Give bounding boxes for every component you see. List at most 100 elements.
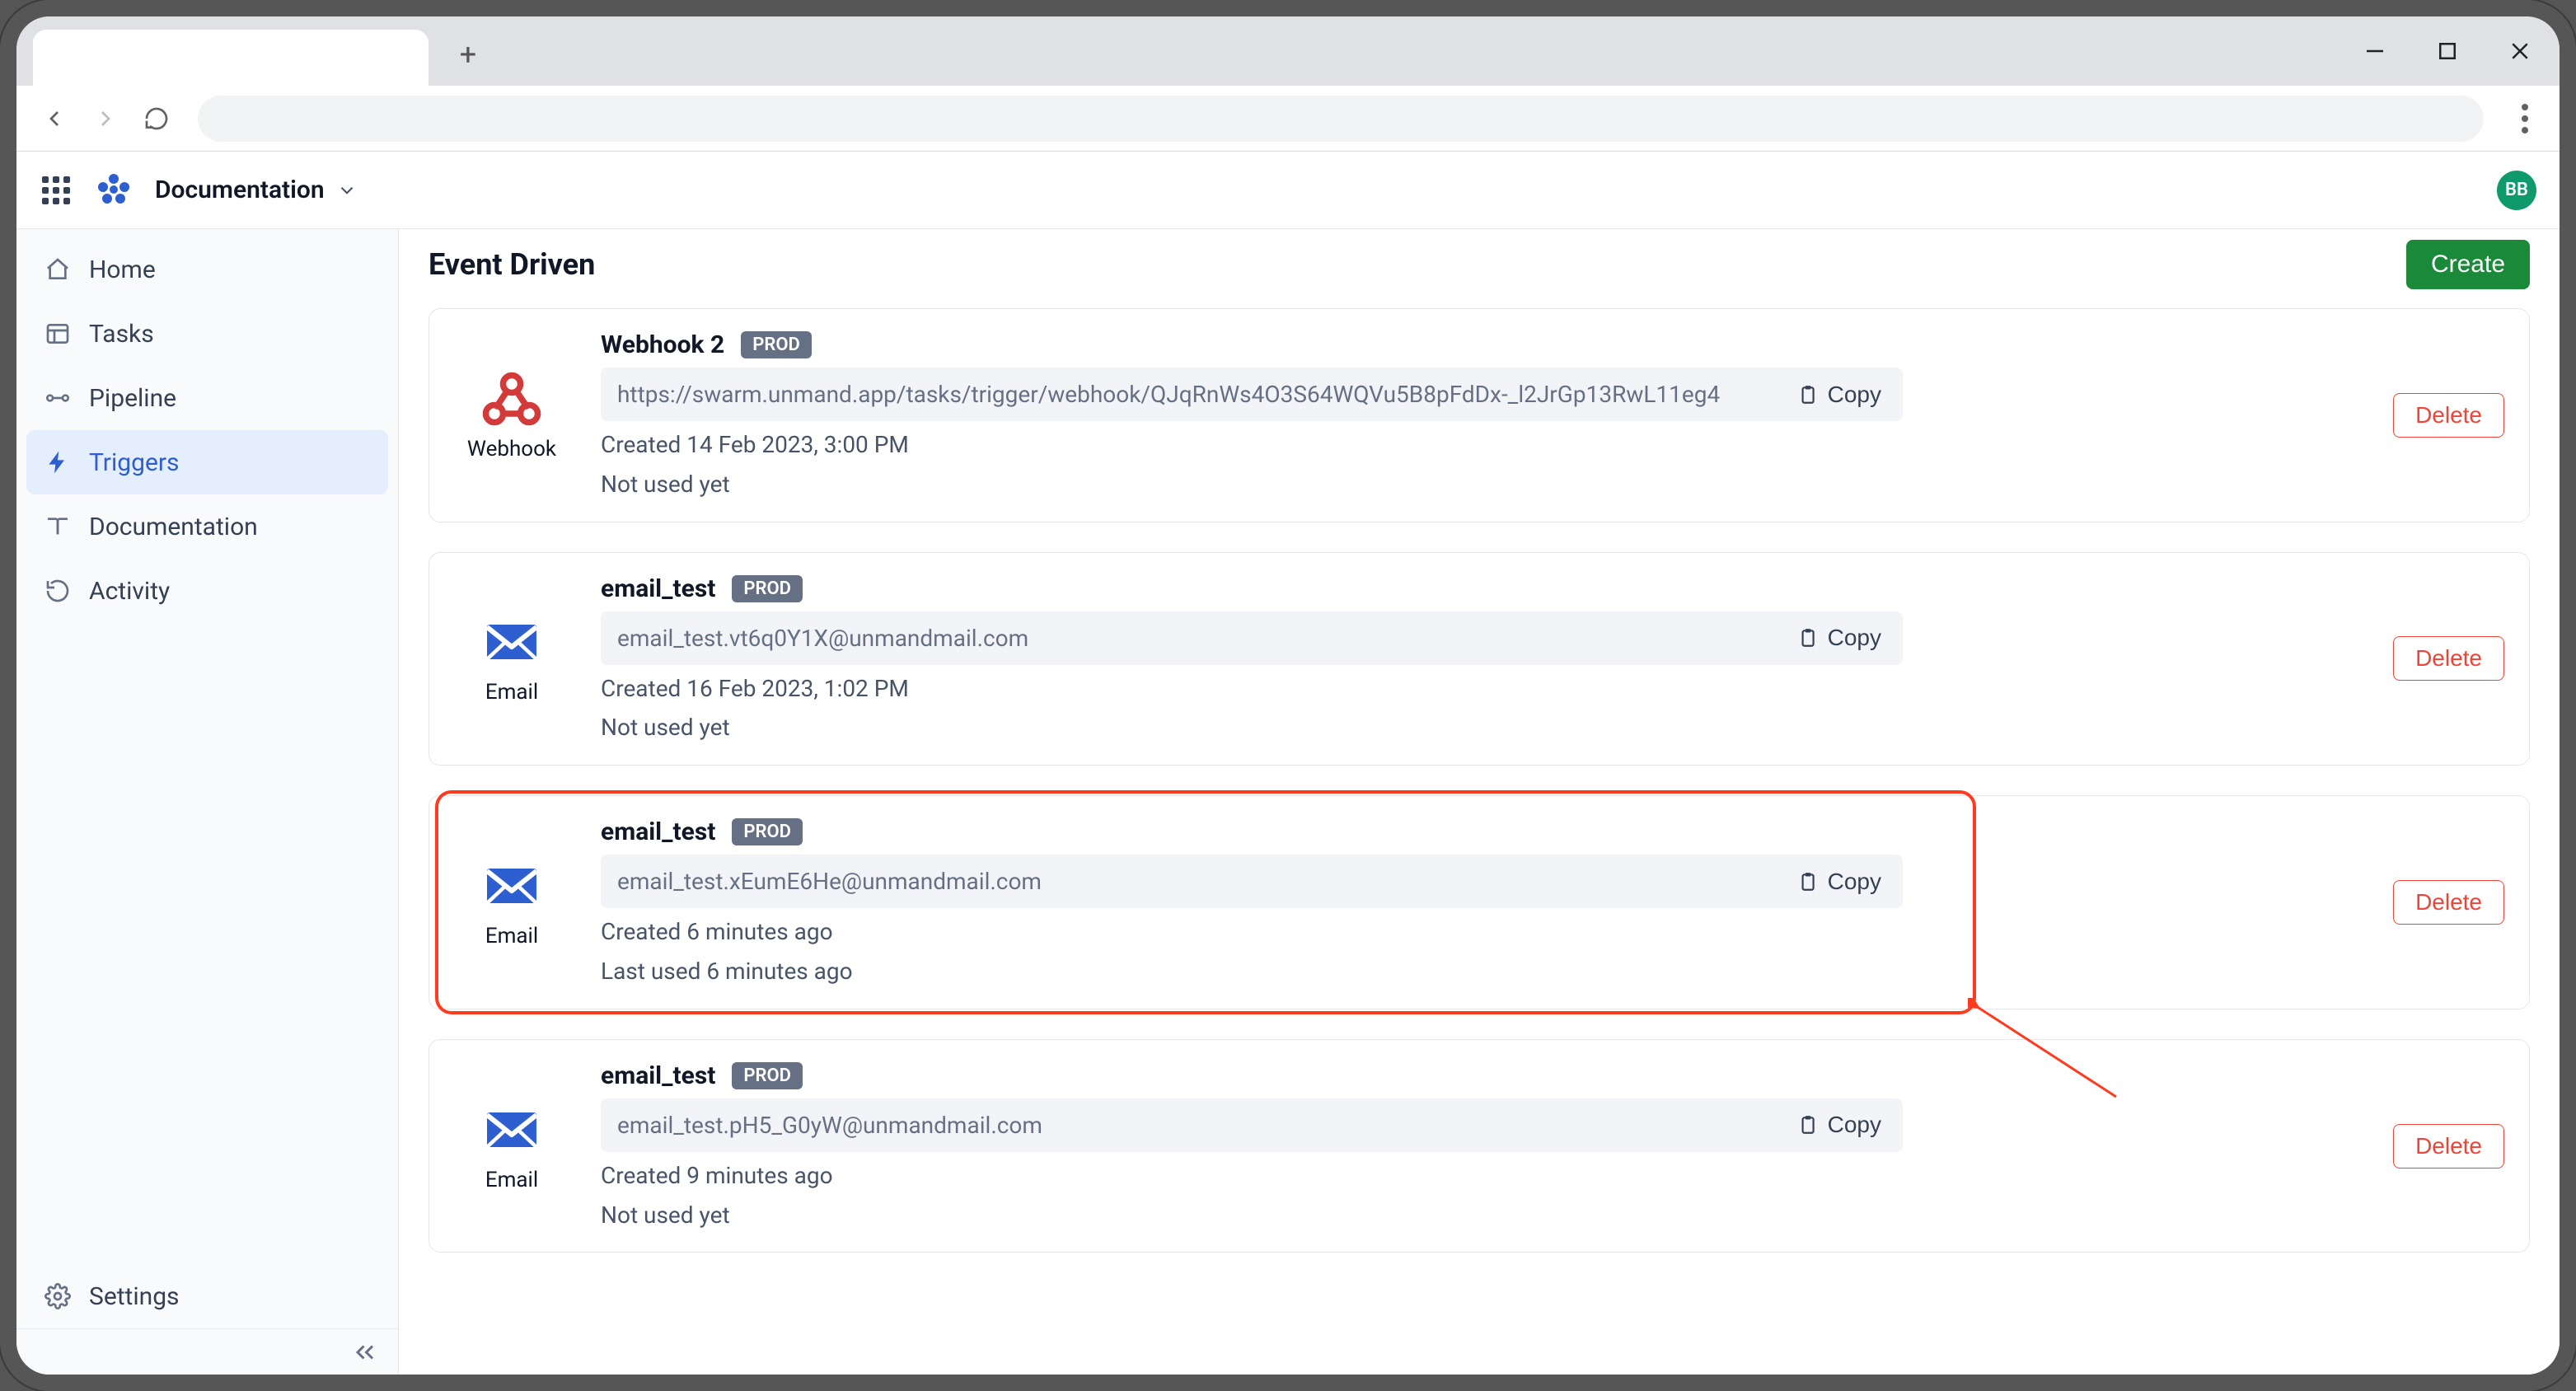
copy-button[interactable]: Copy (1775, 1098, 1903, 1152)
sidebar-label: Settings (89, 1282, 180, 1311)
email-icon (482, 612, 541, 672)
sidebar-item-home[interactable]: Home (26, 237, 388, 302)
trigger-card: Webhook Webhook 2 PROD Copy Created 14 F… (429, 308, 2530, 522)
window-controls (2358, 16, 2536, 86)
trigger-card: Email email_test PROD Copy Created 6 min… (429, 795, 2530, 1009)
nav-back-button[interactable] (35, 99, 74, 138)
delete-button[interactable]: Delete (2393, 393, 2504, 438)
trigger-value-input[interactable] (601, 368, 1775, 421)
avatar-initials: BB (2505, 180, 2528, 200)
trigger-created: Created 6 minutes ago (601, 916, 2370, 948)
user-avatar[interactable]: BB (2497, 171, 2536, 210)
trigger-created: Created 9 minutes ago (601, 1160, 2370, 1192)
home-icon (44, 256, 71, 283)
trigger-kind: Email (446, 1100, 578, 1192)
browser-menu-button[interactable] (2505, 99, 2545, 138)
trigger-kind: Email (446, 856, 578, 948)
sidebar-item-settings[interactable]: Settings (26, 1264, 388, 1328)
browser-tab[interactable] (33, 30, 429, 86)
sidebar-item-pipeline[interactable]: Pipeline (26, 366, 388, 430)
main-content: Event Driven Create Webhook Webhook 2 PR… (399, 229, 2560, 1375)
app-header: Documentation BB (16, 152, 2560, 229)
delete-button[interactable]: Delete (2393, 636, 2504, 681)
sidebar-item-tasks[interactable]: Tasks (26, 302, 388, 366)
pipeline-icon (44, 385, 71, 411)
apps-grid-button[interactable] (40, 174, 73, 207)
sidebar-label: Activity (89, 577, 170, 606)
env-badge: PROD (732, 818, 803, 845)
env-badge: PROD (741, 331, 812, 358)
nav-reload-button[interactable] (137, 99, 176, 138)
workspace-dropdown[interactable]: Documentation (155, 176, 358, 204)
sidebar-label: Triggers (89, 448, 180, 477)
copy-label: Copy (1828, 625, 1881, 651)
workspace-name: Documentation (155, 176, 325, 204)
activity-icon (44, 578, 71, 604)
triggers-icon (44, 449, 71, 475)
window-close-button[interactable] (2503, 35, 2536, 68)
trigger-name: email_test (601, 574, 715, 603)
window-minimize-button[interactable] (2358, 35, 2391, 68)
app-body: Home Tasks Pipeline (16, 229, 2560, 1375)
clipboard-icon (1796, 871, 1818, 892)
create-button[interactable]: Create (2406, 240, 2530, 289)
trigger-last-used: Not used yet (601, 469, 2370, 500)
clipboard-icon (1796, 1114, 1818, 1136)
trigger-value-input[interactable] (601, 1098, 1775, 1152)
sidebar: Home Tasks Pipeline (16, 229, 399, 1375)
trigger-kind-label: Email (485, 680, 538, 705)
sidebar-nav: Home Tasks Pipeline (16, 229, 398, 623)
section-header: Event Driven Create (429, 229, 2530, 300)
address-bar[interactable] (198, 96, 2484, 142)
trigger-card: Email email_test PROD Copy Created 16 Fe… (429, 552, 2530, 766)
settings-icon (44, 1283, 71, 1309)
trigger-created: Created 16 Feb 2023, 1:02 PM (601, 673, 2370, 705)
new-tab-button[interactable]: + (445, 31, 491, 77)
trigger-name: email_test (601, 1061, 715, 1090)
sidebar-collapse-button[interactable] (350, 1337, 380, 1367)
trigger-info: email_test PROD Copy Created 6 minutes a… (601, 817, 2370, 987)
window-maximize-button[interactable] (2431, 35, 2464, 68)
trigger-kind: Webhook (446, 369, 578, 461)
trigger-card: Email email_test PROD Copy Created 9 min… (429, 1039, 2530, 1253)
clipboard-icon (1796, 384, 1818, 405)
trigger-last-used: Last used 6 minutes ago (601, 956, 2370, 987)
tasks-icon (44, 321, 71, 347)
clipboard-icon (1796, 627, 1818, 649)
sidebar-item-documentation[interactable]: Documentation (26, 494, 388, 559)
browser-window: + (16, 16, 2560, 1375)
sidebar-label: Pipeline (89, 384, 176, 413)
delete-button[interactable]: Delete (2393, 1124, 2504, 1169)
delete-button[interactable]: Delete (2393, 880, 2504, 925)
sidebar-item-activity[interactable]: Activity (26, 559, 388, 623)
trigger-list: Webhook Webhook 2 PROD Copy Created 14 F… (429, 308, 2530, 1253)
env-badge: PROD (732, 575, 803, 602)
copy-label: Copy (1828, 869, 1881, 895)
email-icon (482, 856, 541, 916)
trigger-kind-label: Email (485, 1168, 538, 1192)
sidebar-label: Documentation (89, 513, 258, 541)
nav-forward-button[interactable] (86, 99, 125, 138)
trigger-kind-label: Email (485, 924, 538, 948)
brand-logo[interactable] (94, 171, 133, 210)
documentation-icon (44, 513, 71, 540)
trigger-last-used: Not used yet (601, 712, 2370, 743)
trigger-last-used: Not used yet (601, 1200, 2370, 1231)
copy-button[interactable]: Copy (1775, 611, 1903, 665)
trigger-kind-label: Webhook (467, 437, 556, 461)
copy-label: Copy (1828, 382, 1881, 408)
trigger-value-input[interactable] (601, 855, 1775, 908)
trigger-info: email_test PROD Copy Created 9 minutes a… (601, 1061, 2370, 1231)
copy-button[interactable]: Copy (1775, 368, 1903, 421)
email-icon (482, 1100, 541, 1159)
sidebar-label: Tasks (89, 320, 154, 349)
trigger-name: email_test (601, 817, 715, 846)
main-scroll[interactable]: Event Driven Create Webhook Webhook 2 PR… (399, 229, 2560, 1375)
sidebar-item-triggers[interactable]: Triggers (26, 430, 388, 494)
copy-button[interactable]: Copy (1775, 855, 1903, 908)
sidebar-label: Home (89, 255, 156, 284)
browser-toolbar (16, 86, 2560, 152)
webhook-icon (482, 369, 541, 429)
env-badge: PROD (732, 1062, 803, 1089)
trigger-value-input[interactable] (601, 611, 1775, 665)
